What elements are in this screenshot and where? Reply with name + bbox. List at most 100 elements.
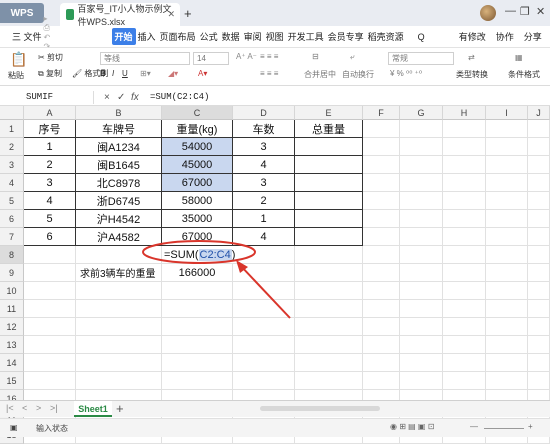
grid-cell[interactable] — [486, 336, 528, 354]
row-header[interactable]: 4 — [0, 174, 24, 192]
grid-cell[interactable] — [443, 354, 486, 372]
grid-cell[interactable] — [76, 354, 162, 372]
grid-cell[interactable] — [233, 282, 295, 300]
grid-cell[interactable] — [528, 372, 550, 390]
grid-cell[interactable] — [400, 264, 443, 282]
grid-cell[interactable] — [528, 228, 550, 246]
table-cell[interactable] — [295, 192, 363, 210]
zoom-slider[interactable] — [484, 428, 524, 429]
add-sheet-button[interactable]: + — [116, 401, 124, 416]
view-mode-icons[interactable]: ◉ ⊞ ▤ ▣ ⊡ — [390, 422, 434, 431]
table-cell[interactable]: 5 — [24, 210, 76, 228]
font-size-select[interactable]: 14 — [193, 52, 229, 65]
wrap-icon[interactable]: ⤶ — [350, 52, 354, 62]
name-box[interactable]: SUMIF — [4, 91, 94, 104]
grid-cell[interactable] — [400, 318, 443, 336]
grid-cell[interactable] — [486, 282, 528, 300]
row-header[interactable]: 14 — [0, 354, 24, 372]
grid-cell[interactable] — [400, 228, 443, 246]
grid-cell[interactable] — [295, 300, 363, 318]
grid-cell[interactable] — [443, 138, 486, 156]
grid-cell[interactable] — [233, 354, 295, 372]
table-cell[interactable]: 67000 — [162, 228, 233, 246]
confirm-icon[interactable]: ✓ — [117, 92, 125, 103]
align-top-icons[interactable]: ≡ ≡ ≡ — [260, 52, 278, 61]
grid-cell[interactable] — [443, 336, 486, 354]
grid-cell[interactable] — [486, 264, 528, 282]
minimize-button[interactable]: — — [505, 5, 516, 17]
table-cell[interactable] — [295, 210, 363, 228]
menu-data[interactable]: 数据 — [220, 30, 242, 43]
grid-cell[interactable] — [233, 318, 295, 336]
table-cell[interactable]: 1 — [24, 138, 76, 156]
bold-button[interactable]: B — [100, 69, 106, 78]
grid-cell[interactable] — [443, 120, 486, 138]
grid-cell[interactable] — [24, 246, 76, 264]
menu-member[interactable]: 会员专享 — [326, 30, 366, 43]
grid-cell[interactable] — [443, 210, 486, 228]
border-icon[interactable]: ⊞▾ — [140, 69, 151, 78]
grid-cell[interactable] — [486, 192, 528, 210]
menu-home[interactable]: 开始 — [111, 28, 136, 45]
grid-cell[interactable] — [400, 120, 443, 138]
menu-docer[interactable]: 稻壳资源 — [366, 30, 406, 43]
font-name-select[interactable]: 等线 — [100, 52, 190, 65]
grid-cell[interactable] — [443, 372, 486, 390]
cell-b9[interactable]: 求前3辆车的重量 — [76, 264, 162, 282]
column-header[interactable]: B — [76, 106, 162, 120]
grid-cell[interactable] — [400, 174, 443, 192]
table-cell[interactable]: 2 — [233, 192, 295, 210]
zoom-out-icon[interactable]: — — [470, 422, 478, 431]
grid-cell[interactable] — [400, 354, 443, 372]
grid-cell[interactable] — [400, 372, 443, 390]
select-all-corner[interactable] — [0, 106, 24, 120]
cell-c8-editing[interactable]: =SUM(C2:C4) — [162, 246, 235, 264]
grid-cell[interactable] — [233, 300, 295, 318]
row-header[interactable]: 7 — [0, 228, 24, 246]
fill-color-icon[interactable]: ◢▾ — [168, 69, 178, 78]
row-header[interactable]: 15 — [0, 372, 24, 390]
grid-cell[interactable] — [363, 336, 400, 354]
table-cell[interactable]: 54000 — [162, 138, 233, 156]
new-tab-button[interactable]: + — [184, 6, 192, 21]
row-header[interactable]: 1 — [0, 120, 24, 138]
merge-button[interactable]: 合并居中 — [304, 69, 336, 80]
cell-d1[interactable]: 车数 — [233, 120, 295, 138]
table-cell[interactable]: 北C8978 — [76, 174, 162, 192]
cut-button[interactable]: ✂ 剪切 — [38, 52, 63, 63]
grid-cell[interactable] — [528, 354, 550, 372]
grid-cell[interactable] — [363, 354, 400, 372]
table-cell[interactable]: 45000 — [162, 156, 233, 174]
font-grow-icons[interactable]: A⁺ A⁻ — [236, 52, 257, 61]
menu-developer[interactable]: 开发工具 — [286, 30, 326, 43]
row-header[interactable]: 11 — [0, 300, 24, 318]
grid-cell[interactable] — [24, 354, 76, 372]
row-header[interactable]: 10 — [0, 282, 24, 300]
table-cell[interactable] — [295, 156, 363, 174]
grid-cell[interactable] — [363, 120, 400, 138]
table-cell[interactable]: 闽B1645 — [76, 156, 162, 174]
grid-cell[interactable] — [400, 336, 443, 354]
grid-cell[interactable] — [24, 372, 76, 390]
cancel-icon[interactable]: × — [104, 92, 110, 103]
grid-cell[interactable] — [528, 210, 550, 228]
table-cell[interactable]: 沪H4542 — [76, 210, 162, 228]
horizontal-scrollbar[interactable] — [260, 406, 380, 411]
grid-cell[interactable] — [363, 264, 400, 282]
grid-cell[interactable] — [528, 318, 550, 336]
grid-cell[interactable] — [528, 192, 550, 210]
paste-icon[interactable]: 📋 — [10, 51, 27, 68]
close-tab-icon[interactable]: ✕ — [167, 9, 175, 20]
grid-cell[interactable] — [486, 246, 528, 264]
grid-cell[interactable] — [295, 282, 363, 300]
column-header[interactable]: F — [363, 106, 400, 120]
grid-cell[interactable] — [162, 318, 233, 336]
table-cell[interactable]: 58000 — [162, 192, 233, 210]
share-button[interactable]: 分享 — [522, 30, 544, 43]
column-header[interactable]: A — [24, 106, 76, 120]
grid-cell[interactable] — [443, 300, 486, 318]
modified-indicator[interactable]: 有修改 — [457, 30, 488, 43]
table-cell[interactable]: 3 — [24, 174, 76, 192]
table-cell[interactable]: 3 — [233, 138, 295, 156]
menu-formulas[interactable]: 公式 — [198, 30, 220, 43]
